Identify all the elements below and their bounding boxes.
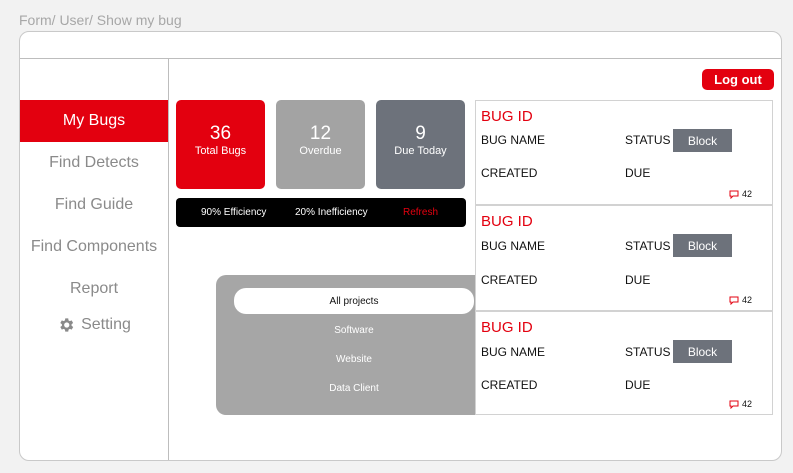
status-badge[interactable]: Block (673, 234, 732, 257)
bug-id: BUG ID (481, 213, 533, 230)
stat-label: Overdue (299, 145, 342, 157)
sidebar-item-label: My Bugs (62, 112, 126, 129)
status-badge[interactable]: Block (673, 129, 732, 152)
project-option-data-client[interactable]: Data Client (234, 383, 474, 394)
comment-icon (729, 296, 739, 305)
project-option-all[interactable]: All projects (234, 288, 474, 314)
bug-created: CREATED (481, 166, 538, 180)
logout-button[interactable]: Log out (702, 69, 774, 90)
bug-due: DUE (625, 166, 651, 180)
sidebar-item-label: Setting (81, 316, 131, 333)
sidebar-item-my-bugs[interactable]: My Bugs (20, 100, 168, 142)
comment-count-value: 42 (741, 399, 752, 409)
comment-count[interactable]: 42 (729, 189, 752, 199)
project-option-software[interactable]: Software (234, 325, 474, 336)
sidebar-item-label: Find Components (30, 238, 158, 255)
sidebar-item-find-components[interactable]: Find Components (20, 226, 168, 268)
sidebar-item-label: Report (69, 280, 119, 297)
sidebar-item-label: Find Guide (54, 196, 134, 213)
bug-created: CREATED (481, 378, 538, 392)
sidebar-divider (168, 58, 169, 460)
app-window: My Bugs Find Detects Find Guide Find Com… (19, 31, 782, 461)
stat-value: 9 (415, 123, 426, 144)
project-option-website[interactable]: Website (234, 354, 474, 365)
comment-count-value: 42 (741, 295, 752, 305)
bug-name: BUG NAME (481, 133, 546, 147)
stat-total-bugs: 36 Total Bugs (176, 100, 265, 189)
comment-icon (729, 400, 739, 409)
efficiency-text: 90% Efficiency (201, 207, 267, 218)
sidebar-item-find-detects[interactable]: Find Detects (20, 142, 168, 184)
bug-status-label: STATUS (625, 345, 671, 359)
sidebar-item-setting[interactable]: Setting (20, 304, 168, 346)
bug-status-label: STATUS (625, 133, 671, 147)
bug-card[interactable]: BUG ID BUG NAME STATUS Block CREATED DUE… (475, 311, 773, 415)
refresh-link[interactable]: Refresh (403, 207, 438, 218)
bug-due: DUE (625, 273, 651, 287)
bug-card[interactable]: BUG ID BUG NAME STATUS Block CREATED DUE… (475, 100, 773, 205)
gear-icon (60, 318, 74, 332)
sidebar-item-label: Find Detects (49, 154, 139, 171)
stat-label: Total Bugs (194, 145, 247, 157)
comment-count[interactable]: 42 (729, 295, 752, 305)
stat-label: Due Today (394, 145, 447, 157)
header-divider (20, 58, 781, 59)
bug-name: BUG NAME (481, 345, 546, 359)
bug-created: CREATED (481, 273, 538, 287)
bug-id: BUG ID (481, 319, 533, 336)
stat-value: 36 (209, 123, 232, 144)
stat-value: 12 (309, 123, 332, 144)
bug-due: DUE (625, 378, 651, 392)
comment-icon (729, 190, 739, 199)
stat-overdue: 12 Overdue (276, 100, 365, 189)
bug-name: BUG NAME (481, 239, 546, 253)
comment-count[interactable]: 42 (729, 399, 752, 409)
bug-status-label: STATUS (625, 239, 671, 253)
efficiency-bar: 90% Efficiency 20% Inefficiency Refresh (176, 198, 466, 227)
bug-card[interactable]: BUG ID BUG NAME STATUS Block CREATED DUE… (475, 205, 773, 311)
stat-due-today: 9 Due Today (376, 100, 465, 189)
inefficiency-text: 20% Inefficiency (295, 207, 368, 218)
breadcrumb: Form/ User/ Show my bug (19, 12, 182, 28)
status-badge[interactable]: Block (673, 340, 732, 363)
sidebar-item-find-guide[interactable]: Find Guide (20, 184, 168, 226)
comment-count-value: 42 (741, 189, 752, 199)
project-selector: All projects Software Website Data Clien… (216, 275, 506, 415)
bug-id: BUG ID (481, 108, 533, 125)
